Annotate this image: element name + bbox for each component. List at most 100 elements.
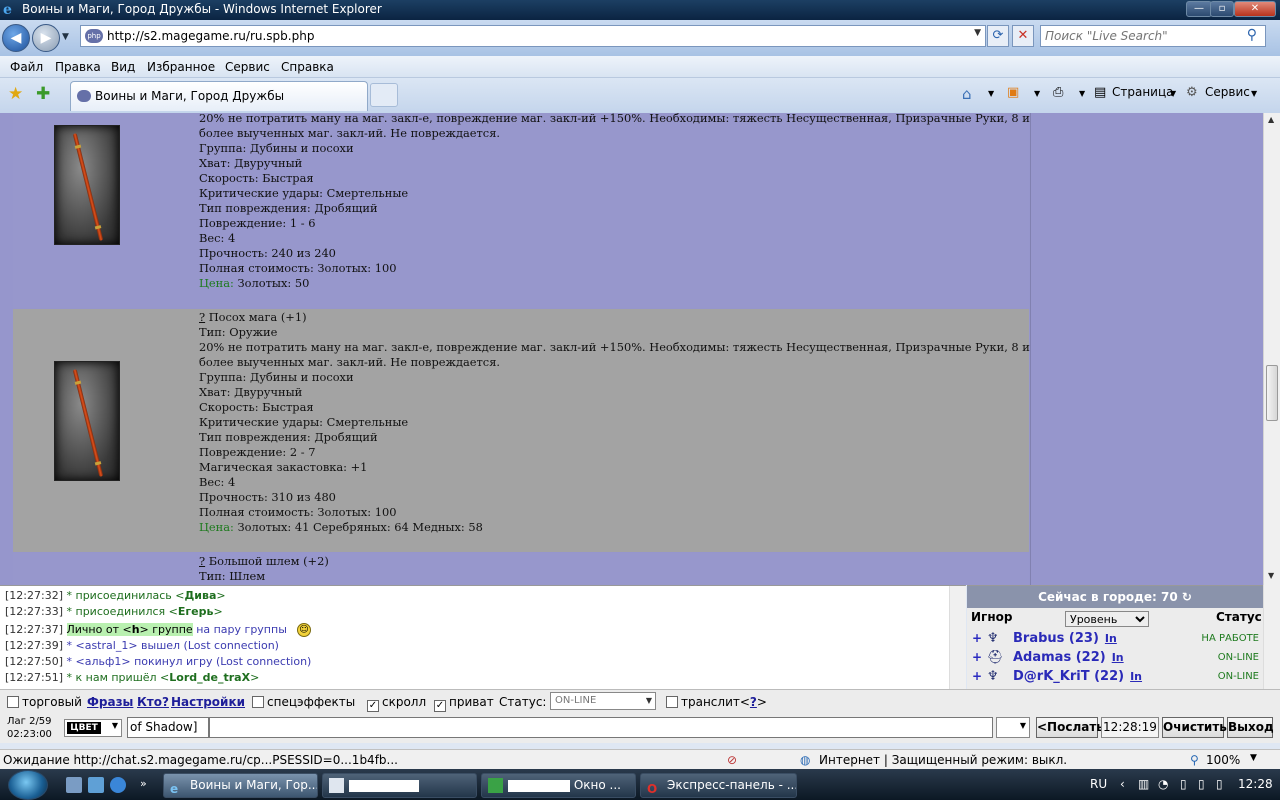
page-dropdown-icon[interactable]: ▼ (1170, 89, 1176, 98)
print-dropdown-icon[interactable]: ▼ (1079, 89, 1085, 98)
trade-checkbox[interactable] (7, 696, 19, 708)
menu-file[interactable]: Файл (10, 60, 43, 74)
refresh-button[interactable]: ⟳ (987, 25, 1009, 47)
item-info-link[interactable]: ? (199, 310, 205, 324)
chat-nick[interactable]: Lord_de_traX (169, 671, 250, 684)
tray-app-icon[interactable]: ▯ (1180, 777, 1187, 791)
user-row[interactable]: + ⛑ Adamas (22) In ON-LINE (967, 649, 1263, 668)
translit-checkbox[interactable] (666, 696, 678, 708)
scroll-up-icon[interactable]: ▲ (1268, 115, 1274, 124)
popup-blocker-icon[interactable]: ⊘ (727, 753, 737, 767)
scroll-toggle[interactable]: ✓ скролл (367, 695, 426, 712)
user-info-link[interactable]: In (1105, 632, 1117, 645)
address-url[interactable]: http://s2.magegame.ru/ru.spb.php (107, 29, 314, 43)
mage-staff-image[interactable] (54, 125, 120, 245)
forward-button[interactable]: ▶ (32, 24, 60, 52)
user-name-text[interactable]: Adamas (22) (1013, 650, 1106, 665)
ie-quicklaunch-icon[interactable] (110, 777, 126, 793)
favorites-star-icon[interactable]: ★ (8, 84, 23, 104)
close-button[interactable]: ✕ (1234, 1, 1276, 17)
who-link[interactable]: Кто? (137, 695, 169, 709)
zoom-level[interactable]: 100% (1206, 753, 1240, 767)
add-favorite-icon[interactable]: ✚ (36, 84, 50, 104)
taskbar-button-window[interactable]: Окно ... (481, 773, 636, 798)
online-scrollbar[interactable] (1263, 585, 1280, 689)
menu-edit[interactable]: Правка (55, 60, 101, 74)
quicklaunch-more-icon[interactable]: » (140, 777, 147, 790)
trade-toggle[interactable]: торговый (7, 695, 82, 709)
system-clock[interactable]: 12:28 (1238, 777, 1273, 791)
scroll-checkbox[interactable]: ✓ (367, 700, 379, 712)
color-dropdown-icon[interactable]: ▼ (112, 721, 118, 730)
feeds-icon[interactable]: ▣ (1007, 85, 1019, 100)
phrases-link[interactable]: Фразы (87, 695, 133, 709)
menu-tools[interactable]: Сервис (225, 60, 270, 74)
user-name[interactable]: Adamas (22) In (1013, 650, 1124, 665)
content-scrollbar[interactable]: ▲ ▼ (1263, 113, 1280, 585)
private-checkbox[interactable]: ✓ (434, 700, 446, 712)
search-input[interactable] (1045, 28, 1235, 44)
user-name-text[interactable]: Brabus (23) (1013, 631, 1099, 646)
print-icon[interactable]: ⎙ (1053, 85, 1063, 100)
send-button[interactable]: <Послать (1036, 717, 1104, 738)
tab-active[interactable]: Воины и Маги, Город Дружбы (70, 81, 368, 111)
zoom-dropdown-icon[interactable]: ▼ (1250, 753, 1257, 763)
tray-expand-icon[interactable]: ‹ (1120, 777, 1125, 791)
menu-view[interactable]: Вид (111, 60, 135, 74)
translit-toggle[interactable]: транслит<?> (666, 695, 767, 709)
back-button[interactable]: ◀ (2, 24, 30, 52)
menu-favorites[interactable]: Избранное (147, 60, 215, 74)
effects-toggle[interactable]: спецэффекты (252, 695, 355, 709)
feeds-dropdown-icon[interactable]: ▼ (1034, 89, 1040, 98)
switch-windows-icon[interactable] (88, 777, 104, 793)
exit-button[interactable]: Выход (1227, 717, 1274, 738)
menu-help[interactable]: Справка (281, 60, 334, 74)
tools-menu[interactable]: Сервис (1205, 85, 1250, 99)
item-info-link[interactable]: ? (199, 554, 205, 568)
user-row[interactable]: + ♆ Brabus (23) In НА РАБОТЕ (967, 630, 1263, 649)
tray-app-icon[interactable]: ▯ (1198, 777, 1205, 791)
address-dropdown-icon[interactable]: ▼ (974, 28, 981, 38)
home-icon[interactable]: ⌂ (962, 85, 972, 103)
expand-icon[interactable]: + (972, 669, 982, 683)
taskbar-button-notepad[interactable] (322, 773, 477, 798)
language-indicator[interactable]: RU (1090, 777, 1107, 791)
status-select[interactable]: ON-LINE (550, 692, 656, 710)
minimize-button[interactable]: — (1186, 1, 1212, 17)
mage-staff-image[interactable] (54, 361, 120, 481)
new-tab-button[interactable] (370, 83, 398, 107)
settings-link[interactable]: Настройки (171, 695, 245, 709)
start-button[interactable] (8, 770, 48, 800)
tray-app-icon[interactable]: ▯ (1216, 777, 1223, 791)
user-info-link[interactable]: In (1130, 670, 1142, 683)
message-prefix-field[interactable]: of Shadow] (127, 717, 209, 738)
message-target-select[interactable]: ▼ (996, 717, 1030, 738)
scroll-thumb[interactable] (1266, 365, 1278, 421)
expand-icon[interactable]: + (972, 631, 982, 645)
chat-scrollbar[interactable] (949, 586, 966, 689)
address-bar[interactable]: php http://s2.magegame.ru/ru.spb.php ▼ (80, 25, 986, 47)
chat-nick[interactable]: Егерь (178, 605, 214, 618)
network-icon[interactable]: ▥ (1138, 777, 1149, 791)
chat-nick[interactable]: Дива (184, 589, 216, 602)
private-toggle[interactable]: ✓ приват (434, 695, 494, 712)
maximize-button[interactable]: ▫ (1210, 1, 1234, 17)
scroll-down-icon[interactable]: ▼ (1268, 571, 1274, 580)
effects-checkbox[interactable] (252, 696, 264, 708)
clear-button[interactable]: Очистить (1162, 717, 1227, 738)
page-menu[interactable]: Страница (1112, 85, 1174, 99)
status-value[interactable]: ON-LINE (555, 695, 596, 706)
level-sort-select[interactable]: Уровень (1065, 611, 1149, 627)
user-info-link[interactable]: In (1112, 651, 1124, 664)
search-box[interactable]: ⚲ (1040, 25, 1266, 47)
user-name[interactable]: Brabus (23) In (1013, 631, 1117, 646)
color-select[interactable]: ЦВЕТ ▼ (64, 719, 122, 737)
volume-icon[interactable]: ◔ (1158, 777, 1168, 791)
message-input[interactable] (209, 717, 993, 738)
taskbar-button-ie[interactable]: e Воины и Маги, Гор... (163, 773, 318, 798)
refresh-list-icon[interactable]: ↻ (1182, 590, 1192, 604)
history-dropdown-icon[interactable]: ▼ (62, 32, 69, 42)
search-icon[interactable]: ⚲ (1247, 27, 1257, 43)
taskbar-button-opera[interactable]: O Экспресс-панель - ... (640, 773, 797, 798)
color-label[interactable]: ЦВЕТ (67, 722, 101, 734)
